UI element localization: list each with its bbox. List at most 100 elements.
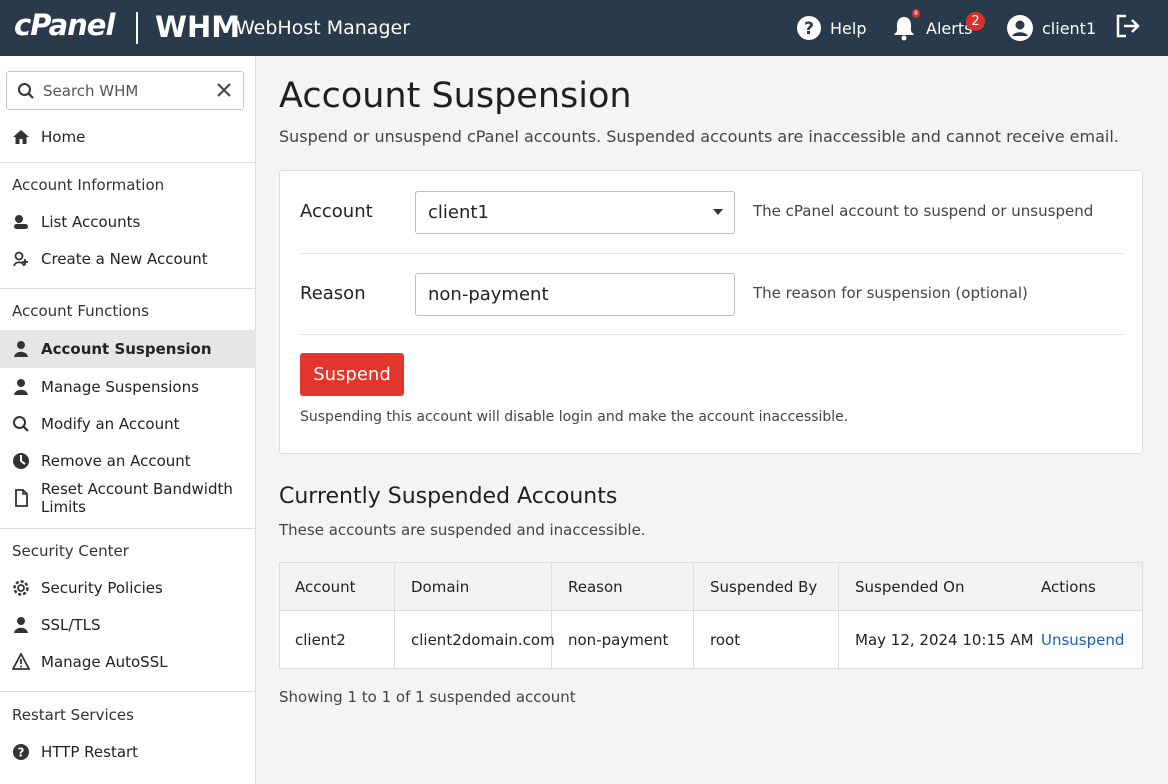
form-divider: [300, 334, 1124, 335]
whm-logo[interactable]: WHM: [155, 10, 240, 44]
sidebar-item-label: Create a New Account: [41, 250, 208, 268]
sidebar-item-label: HTTP Restart: [41, 743, 139, 761]
reason-help-text: The reason for suspension (optional): [753, 284, 1028, 302]
help-button[interactable]: ? Help: [796, 0, 866, 56]
cpanel-logo[interactable]: cPanel: [14, 8, 115, 42]
sidebar-divider: [0, 288, 256, 289]
sidebar-heading: Security Center: [12, 542, 129, 560]
search-placeholder: Search WHM: [43, 82, 139, 100]
sidebar-divider: [0, 691, 256, 692]
sidebar-divider: [0, 528, 256, 529]
document-icon: [12, 489, 30, 507]
home-icon: [12, 128, 30, 146]
search-icon: [17, 82, 35, 104]
sidebar-item-manage-autossl[interactable]: Manage AutoSSL: [0, 643, 256, 681]
chevron-down-icon: [713, 209, 723, 215]
alerts-count-badge: 2: [966, 12, 985, 31]
sidebar-heading: Account Functions: [12, 302, 149, 320]
sidebar-item-ssl-tls[interactable]: SSL/TLS: [0, 606, 256, 644]
svg-text:?: ?: [18, 746, 25, 760]
column-header-domain[interactable]: Domain: [411, 578, 469, 596]
sidebar-item-remove-account[interactable]: Remove an Account: [0, 442, 256, 480]
remove-account-icon: [12, 452, 30, 470]
account-select[interactable]: client1: [415, 191, 735, 234]
column-header-reason[interactable]: Reason: [568, 578, 623, 596]
column-divider: [551, 563, 552, 668]
sidebar-item-label: SSL/TLS: [41, 616, 101, 634]
suspend-note: Suspending this account will disable log…: [300, 409, 849, 425]
sidebar-heading: Account Information: [12, 176, 165, 194]
column-divider: [394, 563, 395, 668]
sidebar-item-home[interactable]: Home: [0, 118, 256, 156]
help-icon: ?: [796, 15, 822, 41]
sidebar-item-list-accounts[interactable]: List Accounts: [0, 203, 256, 241]
account-help-text: The cPanel account to suspend or unsuspe…: [753, 202, 1094, 220]
search-input[interactable]: Search WHM: [6, 71, 244, 110]
reason-input-value: non-payment: [428, 284, 549, 305]
search-icon: [12, 415, 30, 433]
alerts-button[interactable]: Alerts: [892, 0, 972, 56]
clear-search-icon[interactable]: [215, 81, 233, 103]
suspend-button[interactable]: Suspend: [300, 353, 404, 396]
user-avatar-icon: [1006, 14, 1034, 42]
create-account-icon: [12, 250, 30, 268]
logo-divider: [136, 12, 138, 44]
sidebar-item-label: Remove an Account: [41, 452, 191, 470]
column-divider: [693, 563, 694, 668]
sidebar-item-http-restart[interactable]: ? HTTP Restart: [0, 733, 256, 771]
warning-icon: [12, 653, 30, 671]
gear-icon: [12, 579, 30, 597]
cell-account: client2: [295, 631, 346, 649]
logout-button[interactable]: [1114, 0, 1142, 56]
cell-reason: non-payment: [568, 631, 669, 649]
user-icon: [12, 340, 30, 358]
bell-count-badge: 8: [912, 9, 920, 18]
unsuspend-link[interactable]: Unsuspend: [1041, 631, 1124, 649]
column-divider: [838, 563, 839, 668]
form-divider: [300, 253, 1124, 254]
top-bar: cPanel WHM WebHost Manager ? Help Alerts…: [0, 0, 1168, 56]
suspended-accounts-table: Account Domain Reason Suspended By Suspe…: [279, 562, 1143, 669]
cell-domain: client2domain.com: [411, 631, 555, 649]
suspended-section-title: Currently Suspended Accounts: [279, 484, 618, 509]
reason-label: Reason: [300, 283, 366, 304]
sidebar-item-label: Manage Suspensions: [41, 378, 199, 396]
sidebar-item-label: List Accounts: [41, 213, 141, 231]
sidebar-item-label: Home: [41, 128, 86, 146]
user-group-icon: [12, 378, 30, 396]
sidebar-item-manage-suspensions[interactable]: Manage Suspensions: [0, 368, 256, 406]
sidebar-item-label: Account Suspension: [41, 340, 212, 358]
logout-icon: [1114, 13, 1142, 43]
sidebar-item-account-suspension[interactable]: Account Suspension: [0, 330, 256, 368]
cell-suspended-by: root: [710, 631, 741, 649]
column-header-account[interactable]: Account: [295, 578, 356, 596]
suspension-form: Account client1 The cPanel account to su…: [279, 170, 1143, 454]
sidebar-item-modify-account[interactable]: Modify an Account: [0, 405, 256, 443]
sidebar-item-security-policies[interactable]: Security Policies: [0, 569, 256, 607]
page-description: Suspend or unsuspend cPanel accounts. Su…: [279, 127, 1119, 146]
sidebar: Search WHM Home Account Information List…: [0, 56, 256, 784]
whm-subtitle: WebHost Manager: [236, 17, 411, 39]
sidebar-heading: Restart Services: [12, 706, 134, 724]
bell-icon: [892, 15, 916, 41]
suspended-section-description: These accounts are suspended and inacces…: [279, 521, 646, 539]
help-label: Help: [830, 18, 867, 38]
column-header-suspended-by[interactable]: Suspended By: [710, 578, 817, 596]
user-menu[interactable]: client1: [1006, 0, 1096, 56]
cell-suspended-on: May 12, 2024 10:15 AM: [855, 631, 1034, 649]
sidebar-item-label: Security Policies: [41, 579, 163, 597]
list-accounts-icon: [12, 213, 30, 231]
sidebar-item-reset-bandwidth[interactable]: Reset Account Bandwidth Limits: [0, 479, 256, 517]
sidebar-item-create-account[interactable]: Create a New Account: [0, 240, 256, 278]
column-header-suspended-on[interactable]: Suspended On: [855, 578, 964, 596]
account-select-value: client1: [428, 202, 489, 223]
sidebar-divider: [0, 162, 256, 163]
column-header-actions: Actions: [1041, 578, 1096, 596]
svg-text:?: ?: [804, 19, 814, 39]
table-footer: Showing 1 to 1 of 1 suspended account: [279, 688, 576, 706]
user-label: client1: [1042, 18, 1097, 38]
sidebar-item-label: Reset Account Bandwidth Limits: [41, 480, 233, 516]
user-icon: [12, 616, 30, 634]
help-icon: ?: [12, 743, 30, 761]
reason-input[interactable]: non-payment: [415, 273, 735, 316]
